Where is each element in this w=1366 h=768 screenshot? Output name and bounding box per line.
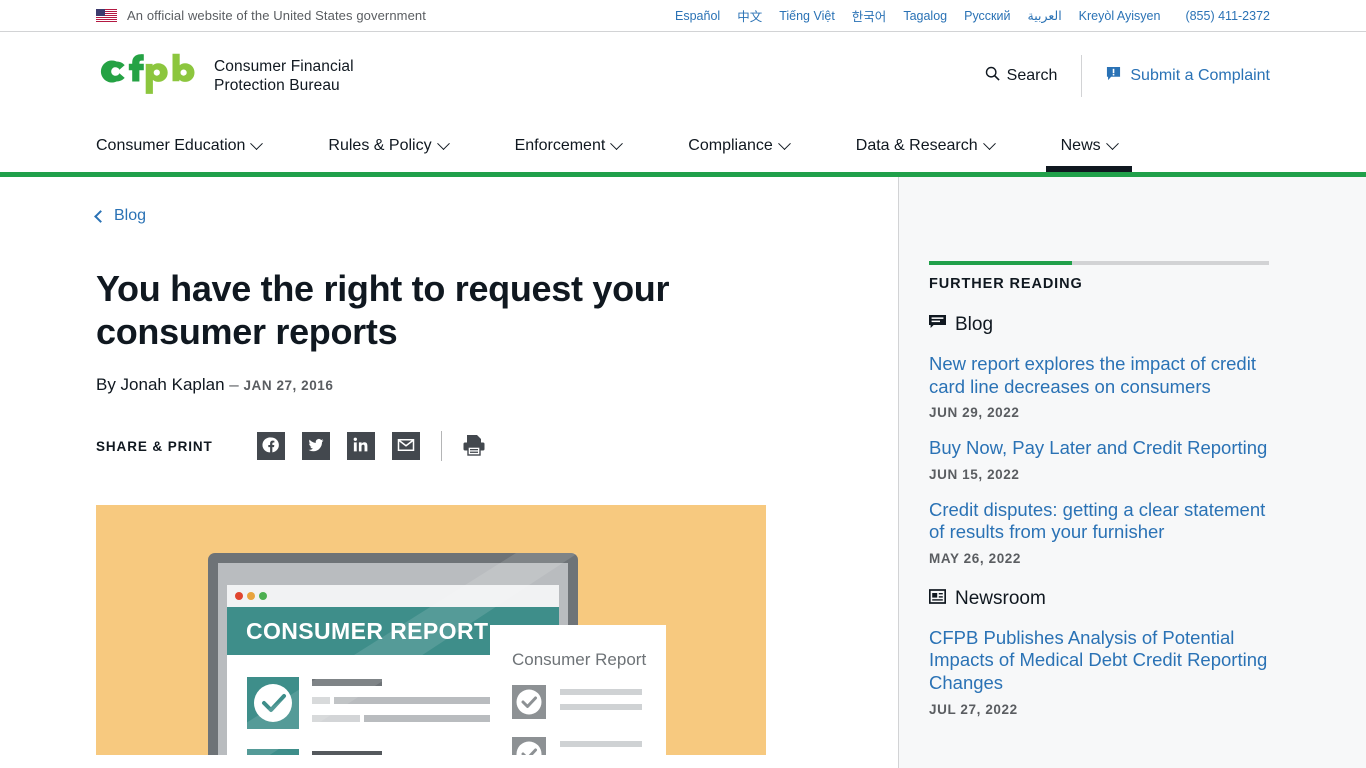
cfpb-logo[interactable]: Consumer Financial Protection Bureau [96,53,354,100]
further-reading-sidebar: FURTHER READING Blog New report explores… [898,177,1366,768]
chevron-down-icon [610,136,624,150]
share-twitter-button[interactable] [301,432,330,461]
lang-link-vi[interactable]: Tiếng Việt [779,9,835,23]
lang-link-ht[interactable]: Kreyòl Ayisyen [1079,9,1161,23]
share-facebook-button[interactable] [256,432,285,461]
sidebar-link[interactable]: CFPB Publishes Analysis of Potential Imp… [929,627,1280,695]
lang-link-zh[interactable]: 中文 [737,6,762,25]
phone-number-link[interactable]: (855) 411-2372 [1185,9,1270,23]
sidebar-newsroom-item-1: CFPB Publishes Analysis of Potential Imp… [929,627,1280,717]
share-print-label: SHARE & PRINT [96,438,213,454]
search-button-label: Search [1006,67,1058,84]
chevron-down-icon [436,136,450,150]
chevron-down-icon [982,136,996,150]
byline-date: JAN 27, 2016 [243,378,334,394]
sidebar-date: JUN 15, 2022 [929,466,1020,482]
gov-banner-text: An official website of the United States… [127,8,426,23]
sidebar-blog-item-2: Buy Now, Pay Later and Credit Reporting … [929,437,1280,482]
share-linkedin-button[interactable] [346,432,375,461]
sidebar-category-newsroom: Newsroom [928,587,1280,610]
sidebar-blog-item-3: Credit disputes: getting a clear stateme… [929,499,1280,566]
nav-item-rules-policy[interactable]: Rules & Policy [328,120,450,172]
chevron-down-icon [777,136,791,150]
breadcrumb-blog-link[interactable]: Blog [94,207,147,225]
nav-item-enforcement[interactable]: Enforcement [514,120,624,172]
printer-icon [461,432,487,461]
sidebar-link[interactable]: Buy Now, Pay Later and Credit Reporting [929,437,1280,460]
nav-item-news[interactable]: News [1045,120,1132,172]
share-and-print-bar: SHARE & PRINT [96,431,802,462]
us-flag-icon [96,9,117,22]
cfpb-logo-mark-icon [96,53,200,100]
sidebar-blog-item-1: New report explores the impact of credit… [929,353,1280,420]
language-links: Español 中文 Tiếng Việt 한국어 Tagalog Русски… [675,6,1270,25]
sidebar-date: JUL 27, 2022 [929,701,1018,717]
nav-label: Compliance [688,137,773,154]
further-reading-heading: FURTHER READING [929,276,1083,292]
cfpb-logo-wordmark: Consumer Financial Protection Bureau [214,57,354,95]
submit-complaint-label: Submit a Complaint [1130,67,1270,84]
search-button[interactable]: Search [985,66,1082,86]
lang-link-ar[interactable]: العربية [1028,8,1062,23]
chevron-left-icon [94,209,107,223]
lang-link-ko[interactable]: 한국어 [852,6,887,25]
megaphone-alert-icon [1106,66,1121,86]
sidebar-link[interactable]: New report explores the impact of credit… [929,353,1280,398]
hero-paper-title: Consumer Report [512,650,646,669]
lang-link-es[interactable]: Español [675,9,720,23]
main-navigation: Consumer Education Rules & Policy Enforc… [0,120,1366,172]
facebook-icon [262,436,280,457]
nav-label: News [1060,137,1101,154]
sidebar-date: JUN 29, 2022 [929,405,1020,421]
sidebar-link[interactable]: Credit disputes: getting a clear stateme… [929,499,1280,544]
nav-label: Consumer Education [96,137,246,154]
gov-banner-left: An official website of the United States… [96,8,426,23]
search-icon [985,66,1000,86]
nav-item-consumer-education[interactable]: Consumer Education [96,120,264,172]
article-hero-illustration: CONSUMER REPORT Consumer Report [96,505,766,756]
newsroom-icon [928,588,947,609]
share-email-button[interactable] [391,432,420,461]
further-reading-accent-rule [929,261,1269,265]
article-content: Blog You have the right to request your … [0,177,898,768]
print-button[interactable] [461,432,487,461]
sidebar-category-label: Blog [955,314,994,335]
email-icon [397,436,415,457]
breadcrumb-label: Blog [114,207,147,224]
submit-complaint-button[interactable]: Submit a Complaint [1082,66,1270,86]
nav-item-compliance[interactable]: Compliance [688,120,791,172]
nav-label: Data & Research [855,137,978,154]
nav-label: Rules & Policy [328,137,432,154]
twitter-icon [307,436,325,457]
nav-item-data-research[interactable]: Data & Research [855,120,996,172]
official-government-banner: An official website of the United States… [0,0,1366,32]
utility-links: Search Submit a Complaint [985,55,1270,97]
byline-dash: – [229,375,239,395]
linkedin-icon [352,436,370,457]
blog-icon [929,315,946,335]
masthead: Consumer Financial Protection Bureau Sea… [0,32,1366,120]
logo-line-2: Protection Bureau [214,77,340,94]
chevron-down-icon [1105,136,1119,150]
chevron-down-icon [250,136,264,150]
share-print-divider [440,431,442,462]
page-body: Blog You have the right to request your … [0,177,1366,768]
page-title: You have the right to request your consu… [96,268,670,353]
logo-line-1: Consumer Financial [214,57,354,75]
sidebar-category-blog: Blog [929,314,1280,336]
nav-label: Enforcement [514,137,606,154]
sidebar-date: MAY 26, 2022 [929,550,1022,566]
sidebar-category-label: Newsroom [955,587,1046,609]
byline: By Jonah Kaplan – JAN 27, 2016 [96,375,802,395]
lang-link-tl[interactable]: Tagalog [903,9,947,23]
byline-author: By Jonah Kaplan [96,375,225,395]
lang-link-ru[interactable]: Русский [964,9,1010,23]
